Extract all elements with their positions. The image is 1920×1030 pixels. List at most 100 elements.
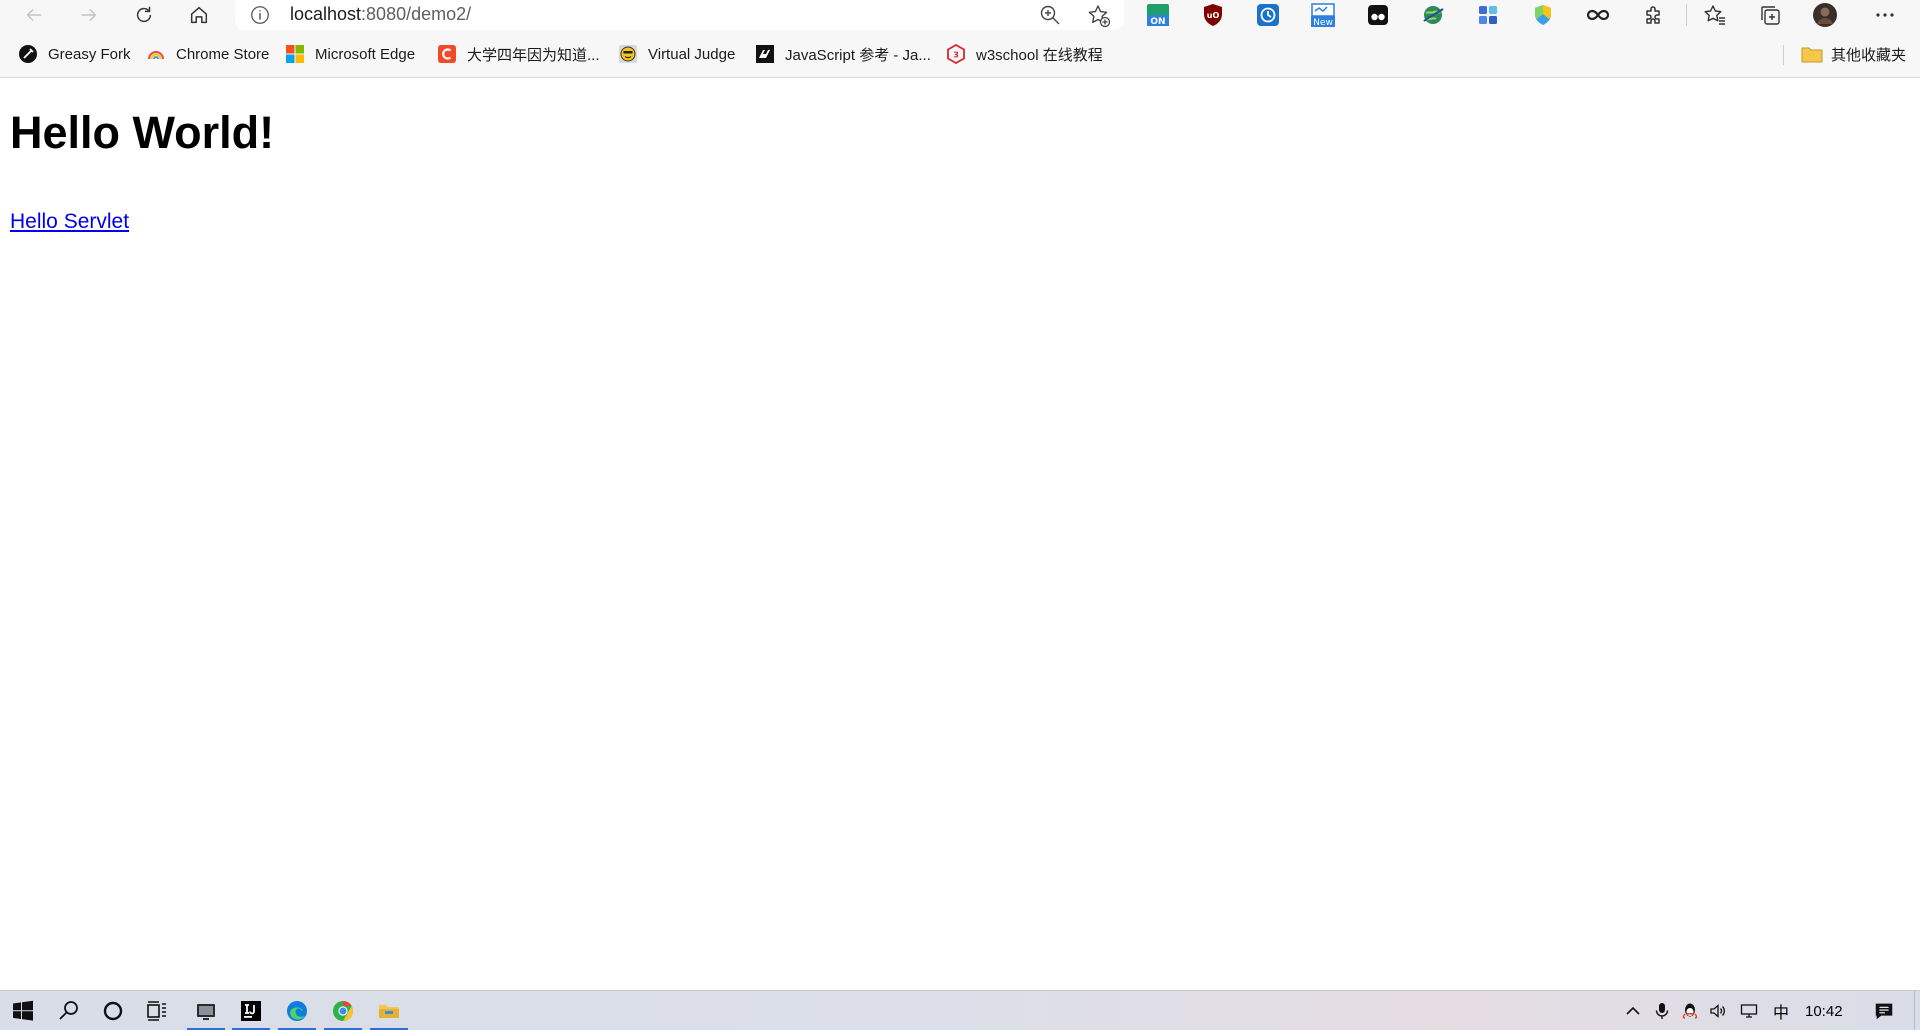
url-host: localhost — [290, 4, 362, 24]
input-method-indicator[interactable]: 中 — [1773, 991, 1789, 1030]
tray-qq[interactable] — [1678, 991, 1702, 1030]
action-center-button[interactable] — [1864, 991, 1904, 1030]
extension-toggle-on[interactable]: ON — [1143, 1, 1173, 29]
arrow-left-icon — [26, 8, 42, 22]
extension-apps[interactable] — [1473, 1, 1503, 29]
chevron-up-icon — [1626, 1006, 1640, 1015]
toolbar-separator — [1686, 4, 1687, 26]
extension-ublock[interactable]: uO — [1198, 1, 1228, 29]
bookmark-label: 大学四年因为知道... — [467, 46, 600, 64]
new-badge-text: New — [1313, 18, 1333, 28]
extension-new-tab[interactable]: New — [1308, 1, 1338, 29]
notifications-icon — [1875, 1003, 1893, 1020]
bookmark-greasy-fork[interactable]: Greasy Fork — [18, 43, 131, 65]
search-icon — [59, 1001, 78, 1020]
arrow-right-icon — [81, 8, 97, 22]
tray-microphone[interactable] — [1650, 991, 1674, 1030]
folder-icon — [1801, 44, 1823, 64]
cortana-button[interactable] — [90, 991, 136, 1030]
url-text[interactable]: localhost:8080/demo2/ — [290, 4, 471, 25]
other-favorites-label: 其他收藏夹 — [1830, 46, 1906, 64]
collections-button[interactable] — [1755, 1, 1785, 29]
taskbar-app-intellij[interactable] — [228, 991, 274, 1030]
smiley-icon — [618, 44, 638, 64]
folder-icon — [379, 1005, 399, 1018]
address-bar[interactable]: localhost:8080/demo2/ — [235, 0, 1124, 30]
extension-globe[interactable] — [1418, 1, 1448, 29]
forward-button[interactable] — [69, 0, 109, 30]
bookmark-chrome-store[interactable]: Chrome Store — [146, 43, 269, 65]
bookmark-label: JavaScript 参考 - Ja... — [785, 46, 931, 64]
bookmark-label: Virtual Judge — [648, 45, 736, 63]
taskbar-app-file-explorer[interactable] — [366, 991, 412, 1030]
taskbar-app-chrome[interactable] — [320, 991, 366, 1030]
csdn-icon — [437, 44, 457, 64]
extension-shield-colorful[interactable] — [1528, 1, 1558, 29]
profile-button[interactable] — [1810, 1, 1840, 29]
home-icon — [190, 6, 208, 24]
apps-grid-icon — [1479, 6, 1497, 24]
bookmark-w3school[interactable]: 3 w3school 在线教程 — [946, 43, 1103, 65]
more-dots-icon — [1876, 13, 1894, 17]
task-view-button[interactable] — [134, 991, 180, 1030]
bookmark-label: Greasy Fork — [48, 45, 131, 63]
bookmark-csdn-article[interactable]: 大学四年因为知道... — [437, 43, 600, 65]
bookmarks-separator — [1783, 45, 1784, 65]
monitor-app-icon — [197, 1004, 215, 1020]
clock-icon — [1257, 4, 1279, 26]
tray-volume[interactable] — [1706, 991, 1730, 1030]
windows-logo-icon — [13, 1000, 33, 1021]
other-favorites-folder[interactable]: 其他收藏夹 — [1801, 43, 1906, 65]
add-favorite-icon[interactable] — [1086, 3, 1112, 29]
avatar — [1813, 3, 1837, 27]
show-hidden-icons-button[interactable] — [1620, 991, 1646, 1030]
search-button[interactable] — [46, 991, 92, 1030]
cortana-circle-icon — [103, 1001, 123, 1021]
taskbar-app-screen-recorder[interactable] — [183, 991, 229, 1030]
info-icon[interactable] — [249, 4, 271, 26]
favorites-button[interactable] — [1700, 1, 1730, 29]
extension-history[interactable] — [1253, 1, 1283, 29]
svg-text:3: 3 — [953, 51, 959, 60]
bookmark-virtual-judge[interactable]: Virtual Judge — [618, 43, 735, 65]
chrome-browser-icon — [333, 1000, 354, 1022]
home-button[interactable] — [179, 0, 219, 30]
task-view-icon — [147, 1001, 166, 1021]
url-path: :8080/demo2/ — [361, 4, 472, 24]
bookmark-label: w3school 在线教程 — [976, 46, 1103, 64]
tampermonkey-icon — [1368, 5, 1388, 25]
extension-infinity[interactable] — [1583, 1, 1613, 29]
new-tab-icon: New — [1311, 3, 1335, 28]
bookmark-javascript-reference[interactable]: JavaScript 参考 - Ja... — [755, 43, 931, 65]
zoom-icon[interactable] — [1038, 3, 1062, 27]
edge-browser-icon — [287, 1001, 307, 1021]
network-monitor-icon — [1740, 1004, 1758, 1018]
tray-network[interactable] — [1736, 991, 1762, 1030]
start-button[interactable] — [0, 991, 46, 1030]
back-button[interactable] — [14, 0, 54, 30]
taskbar-app-edge[interactable] — [274, 991, 320, 1030]
browser-toolbar: localhost:8080/demo2/ ON uO New — [0, 0, 1920, 30]
infinity-icon — [1586, 9, 1610, 21]
intellij-icon — [241, 1001, 261, 1021]
toggle-on-icon: ON — [1147, 4, 1169, 27]
extension-tampermonkey[interactable] — [1363, 1, 1393, 29]
svg-text:uO: uO — [1207, 11, 1220, 20]
globe-icon — [1423, 6, 1444, 24]
qq-penguin-icon — [1682, 1003, 1698, 1019]
bookmark-microsoft-edge[interactable]: Microsoft Edge — [285, 43, 415, 65]
w3school-icon: 3 — [946, 44, 966, 64]
bookmark-label: Chrome Store — [176, 45, 270, 63]
extensions-button[interactable] — [1638, 1, 1668, 29]
refresh-button[interactable] — [124, 0, 164, 30]
collections-icon — [1761, 6, 1780, 25]
puzzle-icon — [1646, 6, 1660, 24]
hello-servlet-link[interactable]: Hello Servlet — [10, 210, 129, 234]
on-badge-text: ON — [1150, 17, 1165, 27]
settings-more-button[interactable] — [1870, 1, 1900, 29]
refresh-icon — [136, 6, 152, 23]
favorites-star-icon — [1704, 5, 1725, 25]
taskbar-clock[interactable]: 10:42 — [1805, 991, 1843, 1030]
rainbow-icon — [146, 44, 166, 64]
show-desktop-button[interactable] — [1914, 991, 1920, 1030]
